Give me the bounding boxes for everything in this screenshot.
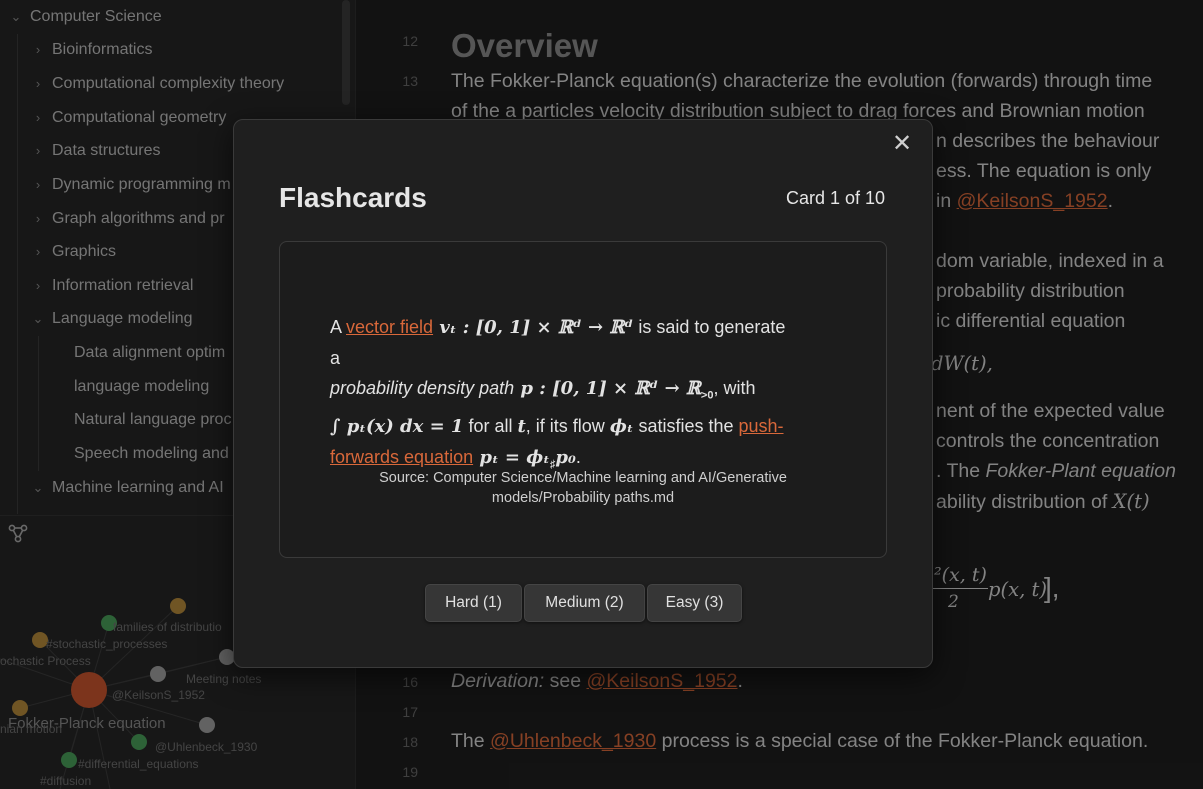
easy-button[interactable]: Easy (3) (647, 584, 742, 622)
card-link-vector-field[interactable]: vector field (346, 317, 433, 337)
flashcard: A vector field vₜ : [0, 1] × ℝᵈ → ℝᵈ is … (279, 241, 887, 558)
flashcards-modal: ✕ Flashcards Card 1 of 10 A vector field… (233, 119, 933, 668)
flashcard-source: Source: Computer Science/Machine learnin… (379, 470, 787, 506)
card-counter: Card 1 of 10 (786, 188, 886, 208)
modal-title: Flashcards (279, 182, 427, 213)
medium-button[interactable]: Medium (2) (524, 584, 645, 622)
flashcard-text: A vector field vₜ : [0, 1] × ℝᵈ → ℝᵈ is … (330, 317, 786, 471)
hard-button[interactable]: Hard (1) (425, 584, 522, 622)
close-icon[interactable]: ✕ (890, 132, 914, 156)
